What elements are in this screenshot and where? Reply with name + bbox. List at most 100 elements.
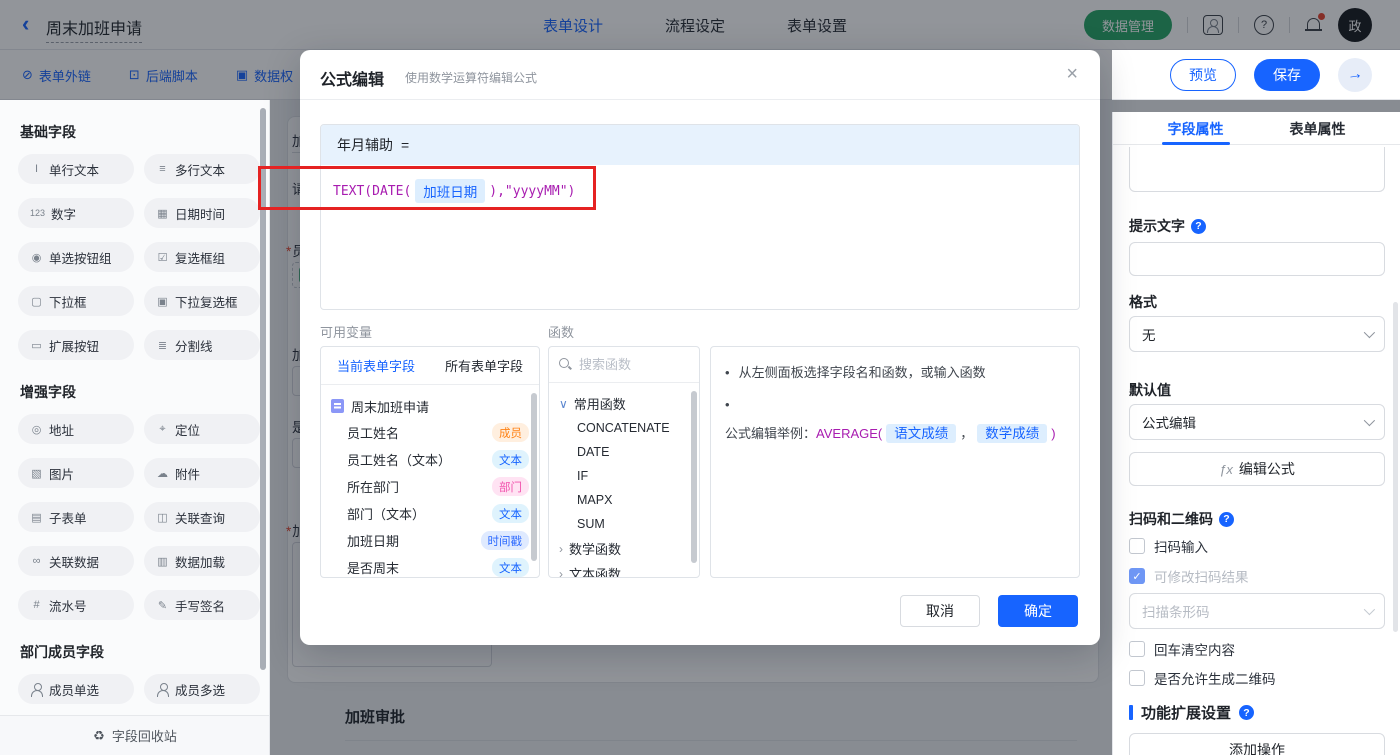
checkbox-scan-editable[interactable]: ✓ 可修改扫码结果: [1129, 566, 1249, 586]
variable-item[interactable]: 所在部门 部门: [331, 473, 529, 500]
field-type-chip[interactable]: ▤ 子表单: [18, 502, 134, 532]
field-type-chip[interactable]: ◉ 单选按钮组: [18, 242, 134, 272]
help-icon[interactable]: ?: [1191, 218, 1206, 234]
enhanced-fields-grid: ◎ 地址 ⌖ 定位 ▧ 图片 ☁ 附件 ▤ 子表单 ◫ 关联查询 ∞ 关联数据 ▥ 数据加载 #…: [18, 414, 269, 620]
field-type-chip[interactable]: ▢ 下拉框: [18, 286, 134, 316]
variables-label: 可用变量: [320, 325, 373, 340]
variable-item[interactable]: 是否周末 文本: [331, 554, 529, 577]
basic-fields-grid: I 单行文本 ≡ 多行文本 123 数字 ▦ 日期时间 ◉ 单选按钮组 ☑ 复选框组 ▢ 下拉…: [18, 154, 269, 360]
help-icon[interactable]: ?: [1239, 705, 1255, 720]
image-icon: ▧: [31, 467, 42, 480]
help-icon[interactable]: ?: [1219, 511, 1234, 527]
field-type-chip[interactable]: ◎ 地址: [18, 414, 134, 444]
datetime-icon: ▦: [157, 207, 168, 220]
field-name-input-partial[interactable]: [1129, 147, 1385, 192]
field-type-chip[interactable]: ≡ 多行文本: [144, 154, 260, 184]
search-input[interactable]: [579, 357, 679, 372]
field-type-chip[interactable]: ▣ 下拉复选框: [144, 286, 260, 316]
hint-text-input[interactable]: [1129, 242, 1385, 276]
default-value-select[interactable]: 公式编辑: [1129, 404, 1385, 440]
location-icon: ⌖: [159, 422, 166, 435]
sidebar-scrollbar[interactable]: [260, 108, 266, 670]
cancel-button[interactable]: 取消: [900, 595, 980, 627]
dropdown-icon: ▢: [31, 295, 42, 308]
function-item[interactable]: MAPX: [559, 488, 691, 512]
form-node[interactable]: 周末加班申请: [331, 393, 529, 419]
chevron-down-icon: [1363, 603, 1376, 616]
recycle-icon: ♻: [93, 727, 105, 743]
toolbar-actions: 预览 保存 →: [1170, 50, 1372, 100]
edit-formula-button[interactable]: ƒx 编辑公式: [1129, 452, 1385, 486]
variable-item[interactable]: 员工姓名 成员: [331, 419, 529, 446]
field-type-chip[interactable]: I 单行文本: [18, 154, 134, 184]
checkbox-scan-input[interactable]: 扫码输入: [1129, 536, 1208, 556]
example-function: AVERAGE(: [816, 426, 883, 441]
confirm-button[interactable]: 确定: [998, 595, 1078, 627]
close-icon[interactable]: ×: [1066, 63, 1078, 85]
field-type-chip[interactable]: ☑ 复选框组: [144, 242, 260, 272]
help-panel: • 从左侧面板选择字段名和函数，或输入函数 • 公式编辑举例：AVERAGE(语文…: [710, 346, 1080, 578]
checkbox-enter-clear[interactable]: 回车清空内容: [1129, 639, 1235, 659]
field-type-chip[interactable]: ✎ 手写签名: [144, 590, 260, 620]
field-type-chip[interactable]: ⌖ 定位: [144, 414, 260, 444]
function-item[interactable]: SUM: [559, 512, 691, 536]
field-type-chip[interactable]: 123 数字: [18, 198, 134, 228]
functions-tree: ∨ 常用函数 CONCATENATE DATE IF MAPX SUM › 数学函数…: [549, 383, 699, 578]
field-type-badge: 文本: [492, 558, 529, 577]
field-type-badge: 文本: [492, 504, 529, 523]
field-type-chip[interactable]: ∞ 关联数据: [18, 546, 134, 576]
variables-tree: 周末加班申请 员工姓名 成员 员工姓名（文本） 文本 所在部门 部门 部门（文本） 文本…: [321, 385, 539, 577]
functions-scrollbar[interactable]: [691, 391, 697, 563]
field-type-chip[interactable]: # 流水号: [18, 590, 134, 620]
variable-item[interactable]: 加班日期 时间戳: [331, 527, 529, 554]
field-type-badge: 成员: [492, 423, 529, 442]
field-type-chip[interactable]: ▦ 日期时间: [144, 198, 260, 228]
field-type-chip[interactable]: 成员单选: [18, 674, 134, 704]
function-item[interactable]: IF: [559, 464, 691, 488]
variable-item[interactable]: 部门（文本） 文本: [331, 500, 529, 527]
field-token-overtime-date[interactable]: 加班日期: [415, 179, 486, 203]
formula-expression[interactable]: TEXT(DATE(加班日期),"yyyyMM"): [321, 165, 1079, 217]
field-type-chip[interactable]: ◫ 关联查询: [144, 502, 260, 532]
scan-qr-section-label: 扫码和二维码?: [1129, 509, 1234, 529]
field-type-badge: 时间戳: [480, 531, 529, 550]
add-action-button[interactable]: 添加操作: [1129, 733, 1385, 755]
tab-current-form-fields[interactable]: 当前表单字段: [337, 356, 415, 375]
data-load-icon: ▥: [157, 555, 168, 568]
function-item[interactable]: CONCATENATE: [559, 416, 691, 440]
field-type-chip[interactable]: 成员多选: [144, 674, 260, 704]
scan-mode-select[interactable]: 扫描条形码: [1129, 593, 1385, 629]
tab-all-form-fields[interactable]: 所有表单字段: [445, 356, 523, 375]
tab-form-properties[interactable]: 表单属性: [1290, 112, 1346, 144]
fx-icon: ƒx: [1219, 461, 1233, 477]
field-type-chip[interactable]: ≣ 分割线: [144, 330, 260, 360]
field-type-chip[interactable]: ▧ 图片: [18, 458, 134, 488]
function-group-math[interactable]: › 数学函数: [559, 536, 691, 561]
equals-sign: =: [401, 137, 410, 153]
linked-data-icon: ∞: [32, 555, 41, 567]
variables-scrollbar[interactable]: [531, 393, 537, 561]
field-recycle-bin[interactable]: ♻ 字段回收站: [0, 715, 269, 755]
variable-item[interactable]: 员工姓名（文本） 文本: [331, 446, 529, 473]
share-button[interactable]: →: [1338, 58, 1372, 92]
panel-scrollbar[interactable]: [1393, 302, 1398, 632]
function-search[interactable]: [549, 347, 699, 383]
radio-group-icon: ◉: [31, 251, 42, 264]
field-type-chip[interactable]: ▭ 扩展按钮: [18, 330, 134, 360]
format-label: 格式: [1129, 294, 1157, 310]
function-group-text[interactable]: › 文本函数: [559, 561, 691, 578]
variables-panel: 当前表单字段 所有表单字段 周末加班申请 员工姓名 成员 员工姓名（文本） 文本 所…: [320, 346, 540, 578]
dialog-footer: 取消 确定: [900, 595, 1078, 627]
chevron-down-icon: [1363, 326, 1376, 339]
function-group-common[interactable]: ∨ 常用函数: [559, 391, 691, 416]
tab-field-properties[interactable]: 字段属性: [1161, 112, 1230, 145]
save-button[interactable]: 保存: [1254, 59, 1320, 91]
function-item[interactable]: DATE: [559, 440, 691, 464]
checkbox-group-icon: ☑: [157, 251, 168, 264]
checkbox-allow-qr[interactable]: 是否允许生成二维码: [1129, 668, 1276, 688]
format-select[interactable]: 无: [1129, 316, 1385, 352]
member-single-icon: [30, 682, 43, 697]
preview-button[interactable]: 预览: [1170, 59, 1236, 91]
field-type-chip[interactable]: ☁ 附件: [144, 458, 260, 488]
field-type-chip[interactable]: ▥ 数据加载: [144, 546, 260, 576]
